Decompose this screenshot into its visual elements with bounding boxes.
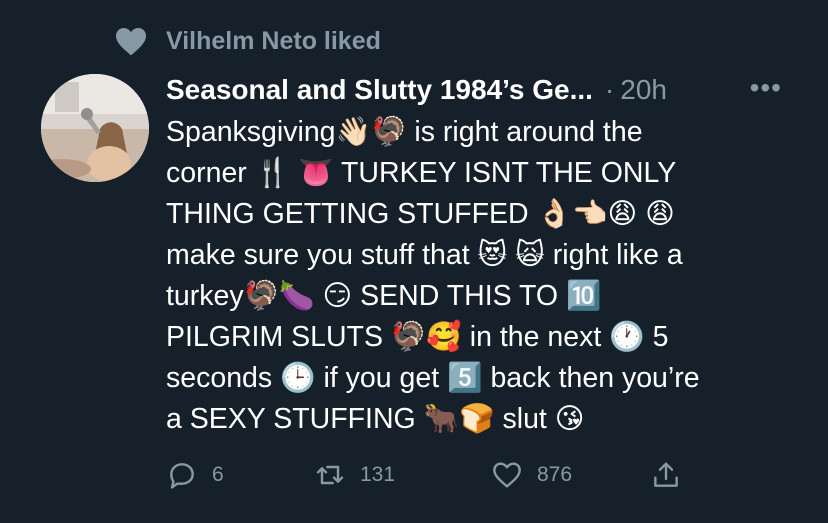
tweet-text-line: Spanksgiving👋🏻🦃 is right around the (166, 116, 643, 148)
tweet-text-line: a SEXY STUFFING 🐂🍞 slut 😘 (166, 403, 585, 435)
heart-icon (116, 28, 146, 56)
author-name[interactable]: Seasonal and Slutty 1984’s Ge... (166, 74, 593, 106)
tweet-header: Seasonal and Slutty 1984’s Ge... · 20h •… (166, 70, 796, 110)
retweet-count: 131 (360, 463, 396, 486)
share-icon (654, 462, 678, 487)
profile-photo (41, 74, 149, 182)
tweet-text-line: seconds 🕒 if you get 5️⃣ back then you’r… (166, 362, 700, 394)
separator-dot: · (604, 74, 615, 105)
reply-icon (170, 463, 194, 489)
social-context-label: Vilhelm Neto liked (166, 26, 381, 55)
tweet-actions: 6 131 876 (166, 455, 706, 495)
tweet-text-line: corner 🍴 👅 TURKEY ISNT THE ONLY (166, 157, 677, 189)
tweet-text-line: turkey🦃🍆 😏 SEND THIS TO 🔟 (166, 280, 602, 312)
tweet-text-line: PILGRIM SLUTS 🦃🥰 in the next 🕐 5 (166, 321, 669, 353)
reply-count: 6 (212, 463, 224, 486)
like-count: 876 (537, 463, 573, 486)
tweet-text-line: make sure you stuff that 😻 🙀 right like … (166, 239, 683, 271)
retweet-icon (316, 465, 344, 485)
tweet-text: Spanksgiving👋🏻🦃 is right around the corn… (166, 112, 806, 440)
like-button[interactable]: 876 (491, 455, 572, 495)
share-button[interactable] (650, 455, 682, 495)
more-options-icon[interactable]: ••• (750, 72, 782, 104)
avatar[interactable] (41, 74, 149, 182)
social-context[interactable]: Vilhelm Neto liked (114, 26, 381, 56)
timestamp[interactable]: 20h (620, 74, 667, 106)
retweet-button[interactable]: 131 (314, 455, 395, 495)
tweet-text-line: THING GETTING STUFFED 👌🏻👈🏻😩 😩 (166, 198, 675, 230)
heart-outline-icon (493, 462, 521, 488)
reply-button[interactable]: 6 (166, 455, 224, 495)
